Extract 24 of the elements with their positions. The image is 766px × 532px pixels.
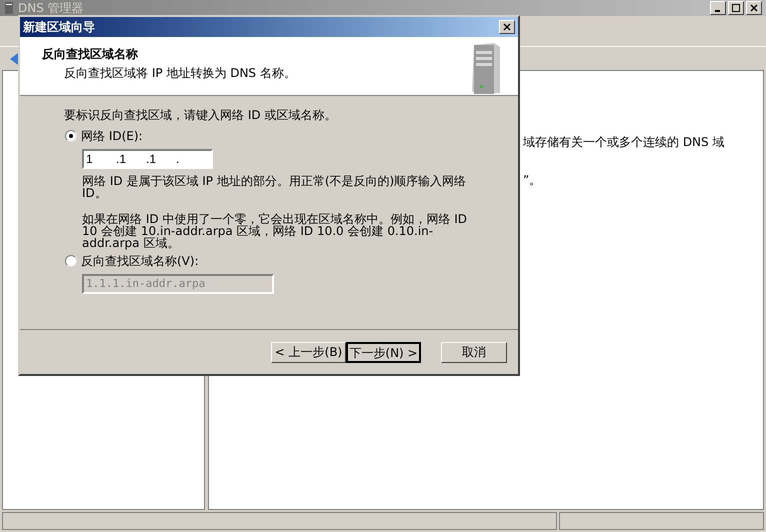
window-title: DNS 管理器 [18,0,84,17]
wizard-button[interactable]: 下一步(N) > [346,342,421,362]
wizard-button[interactable]: < 上一步(B) [271,342,346,362]
close-icon [503,23,511,31]
network-id-field[interactable]: 1 .1 .1 . [82,149,213,169]
back-arrow-icon[interactable] [8,52,20,66]
close-icon [750,4,758,12]
help-text: 网络 ID 是属于该区域 IP 地址的部分。用正常(不是反向的)顺序输入网络 ID。 [82,175,468,199]
close-button[interactable] [499,20,515,34]
maximize-icon [732,4,740,12]
wizard-button[interactable]: 取消 [441,342,507,362]
radio-button[interactable] [65,130,77,142]
close-button[interactable] [746,1,762,15]
description-text: 域存储有关一个或多个连续的 DNS 域 [523,134,726,151]
minimize-button[interactable] [710,1,726,15]
description-text: ”。 [523,172,542,189]
page-subtitle: 反向查找区域将 IP 地址转换为 DNS 名称。 [63,65,296,82]
maximize-button[interactable] [728,1,744,15]
option-label[interactable]: 网络 ID(E): [81,127,143,145]
dialog-title: 新建区域向导 [23,19,95,36]
server-icon [4,2,14,14]
page-heading: 反向查找区域名称 [42,46,139,63]
help-text: 如果在网络 ID 中使用了一个零，它会出现在区域名称中。例如，网络 ID 10 会创建 10.in-addr.arpa 区域，网络 ID 10.0 会创建 0.10.in-addr.arpa 区域。 [82,213,468,249]
instruction-text: 要标识反向查找区域，请键入网络 ID 或区域名称。 [64,107,338,124]
